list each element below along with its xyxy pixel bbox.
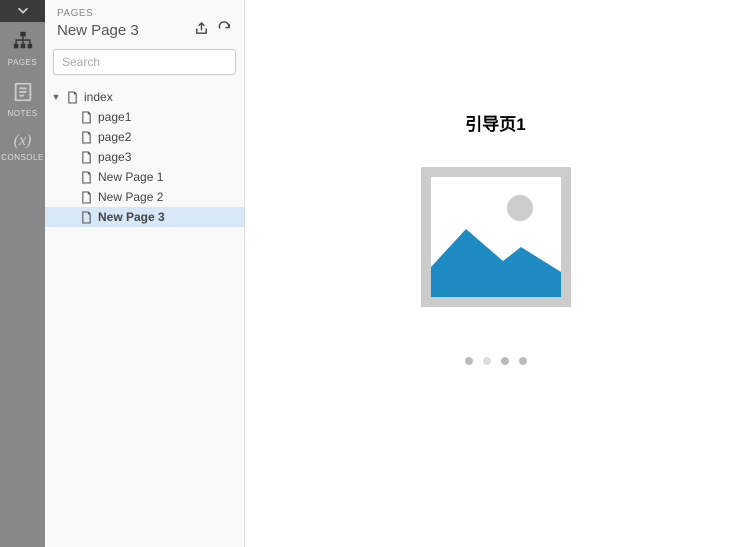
rail-item-notes[interactable]: NOTES: [0, 73, 45, 124]
page-icon: [81, 211, 92, 224]
notes-icon: [12, 81, 34, 106]
carousel-dot[interactable]: [465, 357, 473, 365]
tree-item-label: page1: [98, 110, 131, 124]
caret-down-icon[interactable]: ▼: [51, 92, 61, 102]
carousel-dot[interactable]: [501, 357, 509, 365]
rail-item-console[interactable]: (x) CONSOLE: [0, 124, 45, 168]
sitemap-icon: [12, 30, 34, 55]
carousel-dot[interactable]: [519, 357, 527, 365]
search-input[interactable]: [53, 49, 236, 75]
refresh-icon[interactable]: [217, 21, 232, 39]
image-placeholder[interactable]: [421, 167, 571, 307]
tree-item-label: New Page 1: [98, 170, 163, 184]
canvas-heading: 引导页1: [465, 110, 525, 135]
tree-item-newpage3[interactable]: New Page 3: [45, 207, 244, 227]
tree-item-newpage1[interactable]: New Page 1: [45, 167, 244, 187]
rail-item-label: NOTES: [7, 109, 37, 118]
rail-item-label: PAGES: [8, 58, 37, 67]
tree-item-label: page3: [98, 150, 131, 164]
page-icon: [81, 151, 92, 164]
canvas-area: 引导页1: [245, 0, 746, 547]
placeholder-mountain-icon: [431, 217, 561, 297]
tree-item-page2[interactable]: page2: [45, 127, 244, 147]
tree-item-label: index: [84, 90, 113, 104]
chevron-down-icon: [16, 3, 30, 20]
tree-folder-index[interactable]: ▼ index: [45, 87, 244, 107]
carousel-dot-active[interactable]: [483, 357, 491, 365]
panel-header: PAGES New Page 3: [45, 0, 244, 49]
variable-icon: (x): [14, 132, 32, 150]
page-icon: [81, 191, 92, 204]
tree-item-page3[interactable]: page3: [45, 147, 244, 167]
tree-item-page1[interactable]: page1: [45, 107, 244, 127]
rail-item-pages[interactable]: PAGES: [0, 22, 45, 73]
rail-item-label: CONSOLE: [1, 153, 44, 162]
tree-item-label: page2: [98, 130, 131, 144]
left-rail: PAGES NOTES (x) CONSOLE: [0, 0, 45, 547]
pages-panel: PAGES New Page 3: [45, 0, 245, 547]
tree-item-label: New Page 2: [98, 190, 163, 204]
rail-collapse-button[interactable]: [0, 0, 45, 22]
export-icon[interactable]: [194, 21, 209, 39]
panel-section-label: PAGES: [57, 8, 232, 19]
tree-item-label: New Page 3: [98, 210, 165, 224]
page-icon: [81, 131, 92, 144]
page-icon: [67, 91, 78, 104]
page-icon: [81, 111, 92, 124]
carousel-dots: [465, 357, 527, 365]
page-tree: ▼ index page1 page2 page3: [45, 83, 244, 547]
page-icon: [81, 171, 92, 184]
tree-item-newpage2[interactable]: New Page 2: [45, 187, 244, 207]
panel-title: New Page 3: [57, 22, 139, 39]
